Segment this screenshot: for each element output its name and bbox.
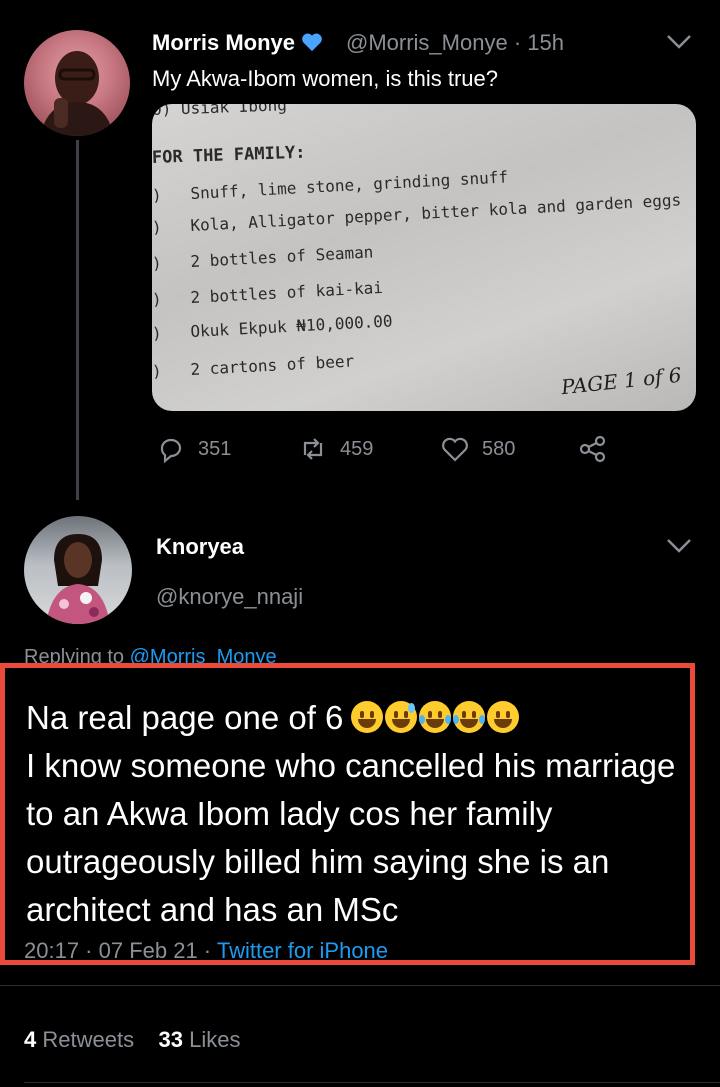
separator: · xyxy=(513,30,522,55)
retweet-button[interactable]: 459 xyxy=(298,434,373,464)
tears-of-joy-emoji xyxy=(453,701,486,733)
image-page-note: PAGE 1 of 6 xyxy=(560,362,683,400)
tweet-text: My Akwa-Ibom women, is this true? xyxy=(152,66,499,91)
share-button[interactable] xyxy=(578,434,608,464)
avatar-morris-monye[interactable] xyxy=(24,30,130,136)
display-name[interactable]: Morris Monye xyxy=(152,30,323,56)
sweat-smile-emoji xyxy=(385,701,418,733)
reply-icon xyxy=(160,438,182,464)
divider xyxy=(0,985,720,986)
reply-button[interactable]: 351 xyxy=(156,434,231,464)
likes-stat[interactable]: 33 Likes xyxy=(159,1027,241,1052)
timestamp: 20:17 · 07 Feb 21 · xyxy=(24,938,217,960)
retweet-count: 4 xyxy=(24,1027,37,1052)
image-text-top-cut: 0) Usiak Ibong xyxy=(152,104,288,119)
like-label: Likes xyxy=(183,1027,241,1052)
like-button[interactable]: 580 xyxy=(440,434,515,464)
chevron-down-icon[interactable] xyxy=(666,34,692,55)
source-link[interactable]: Twitter for iPhone xyxy=(217,938,388,960)
grinning-face-emoji xyxy=(487,701,520,733)
image-list-item: ) Snuff, lime stone, grinding snuff xyxy=(152,167,509,205)
reply-count: 351 xyxy=(198,437,232,460)
like-count: 580 xyxy=(482,437,516,460)
reply-text: Na real page one of 6 I know someone who… xyxy=(26,694,696,934)
image-list-item: ) 2 bottles of kai-kai xyxy=(152,277,384,309)
heart-icon xyxy=(442,437,468,462)
handle[interactable]: @knorye_nnaji xyxy=(156,584,303,610)
tweet-image[interactable]: 0) Usiak Ibong FOR THE FAMILY: ) Snuff, … xyxy=(152,104,696,411)
image-list-item: ) Okuk Ekpuk ₦10,000.00 xyxy=(152,311,394,343)
reply-text-line1: Na real page one of 6 xyxy=(26,699,344,736)
display-name[interactable]: Knoryea xyxy=(156,534,244,560)
image-list-item: ) 2 bottles of Seaman xyxy=(152,242,374,273)
retweet-icon xyxy=(303,438,323,460)
image-list-item: ) 2 cartons of beer xyxy=(152,351,355,381)
engagement-stats: 4 Retweets 33 Likes xyxy=(24,1027,241,1053)
tears-of-joy-emoji xyxy=(419,701,452,733)
like-count: 33 xyxy=(158,1027,184,1052)
emoji-group xyxy=(351,701,520,733)
chevron-down-icon[interactable] xyxy=(666,538,692,559)
thread-connector-line xyxy=(76,140,79,500)
handle: @Morris_Monye xyxy=(346,30,508,55)
retweet-count: 459 xyxy=(340,437,374,460)
reply-text-body: I know someone who cancelled his marriag… xyxy=(26,747,676,928)
retweet-label: Retweets xyxy=(36,1027,135,1052)
grinning-face-emoji xyxy=(351,701,384,733)
display-name-text: Morris Monye xyxy=(152,30,296,55)
image-heading: FOR THE FAMILY: xyxy=(152,142,306,168)
retweets-stat[interactable]: 4 Retweets xyxy=(24,1027,134,1052)
divider xyxy=(24,1082,720,1083)
tweet-action-bar: 351 459 580 xyxy=(152,430,632,470)
blue-heart-icon xyxy=(295,30,323,55)
share-icon xyxy=(579,435,606,463)
avatar-knoryea[interactable] xyxy=(24,516,132,624)
tweet-time: 15h xyxy=(527,30,564,55)
tweet-meta: 20:17 · 07 Feb 21 · Twitter for iPhone xyxy=(24,938,388,960)
handle-and-time[interactable]: @Morris_Monye · 15h xyxy=(346,30,564,56)
